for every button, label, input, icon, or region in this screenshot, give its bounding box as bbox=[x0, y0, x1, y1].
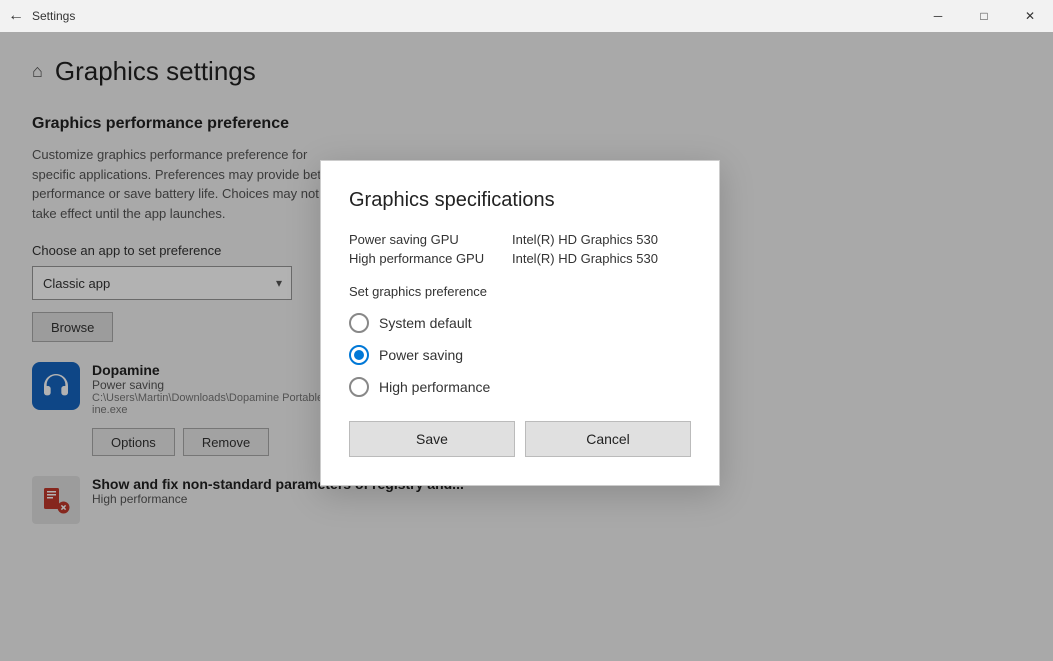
power-saving-gpu-value: Intel(R) HD Graphics 530 bbox=[512, 232, 658, 247]
titlebar-controls: ─ □ ✕ bbox=[915, 0, 1053, 32]
radio-label-high-performance: High performance bbox=[379, 379, 490, 395]
high-performance-gpu-label: High performance GPU bbox=[349, 251, 504, 266]
close-button[interactable]: ✕ bbox=[1007, 0, 1053, 32]
high-performance-gpu-row: High performance GPU Intel(R) HD Graphic… bbox=[349, 251, 691, 266]
minimize-button[interactable]: ─ bbox=[915, 0, 961, 32]
gpu-info-table: Power saving GPU Intel(R) HD Graphics 53… bbox=[349, 232, 691, 266]
high-performance-gpu-value: Intel(R) HD Graphics 530 bbox=[512, 251, 658, 266]
back-button[interactable]: ← bbox=[8, 7, 24, 25]
radio-system-default[interactable]: System default bbox=[349, 313, 691, 333]
power-saving-gpu-row: Power saving GPU Intel(R) HD Graphics 53… bbox=[349, 232, 691, 247]
titlebar-left: ← Settings bbox=[8, 7, 75, 25]
dialog-title: Graphics specifications bbox=[349, 189, 691, 212]
radio-label-power-saving: Power saving bbox=[379, 347, 463, 363]
titlebar-title: Settings bbox=[32, 9, 75, 23]
radio-label-system-default: System default bbox=[379, 315, 472, 331]
radio-circle-power-saving bbox=[349, 345, 369, 365]
dialog-action-buttons: Save Cancel bbox=[349, 421, 691, 457]
power-saving-gpu-label: Power saving GPU bbox=[349, 232, 504, 247]
radio-circle-high-performance bbox=[349, 377, 369, 397]
radio-high-performance[interactable]: High performance bbox=[349, 377, 691, 397]
maximize-button[interactable]: □ bbox=[961, 0, 1007, 32]
radio-circle-system-default bbox=[349, 313, 369, 333]
graphics-specs-dialog: Graphics specifications Power saving GPU… bbox=[320, 160, 720, 486]
graphics-preference-radio-group: System default Power saving High perform… bbox=[349, 313, 691, 397]
titlebar: ← Settings ─ □ ✕ bbox=[0, 0, 1053, 32]
set-graphics-pref-label: Set graphics preference bbox=[349, 284, 691, 299]
radio-power-saving[interactable]: Power saving bbox=[349, 345, 691, 365]
dialog-cancel-button[interactable]: Cancel bbox=[525, 421, 691, 457]
dialog-save-button[interactable]: Save bbox=[349, 421, 515, 457]
